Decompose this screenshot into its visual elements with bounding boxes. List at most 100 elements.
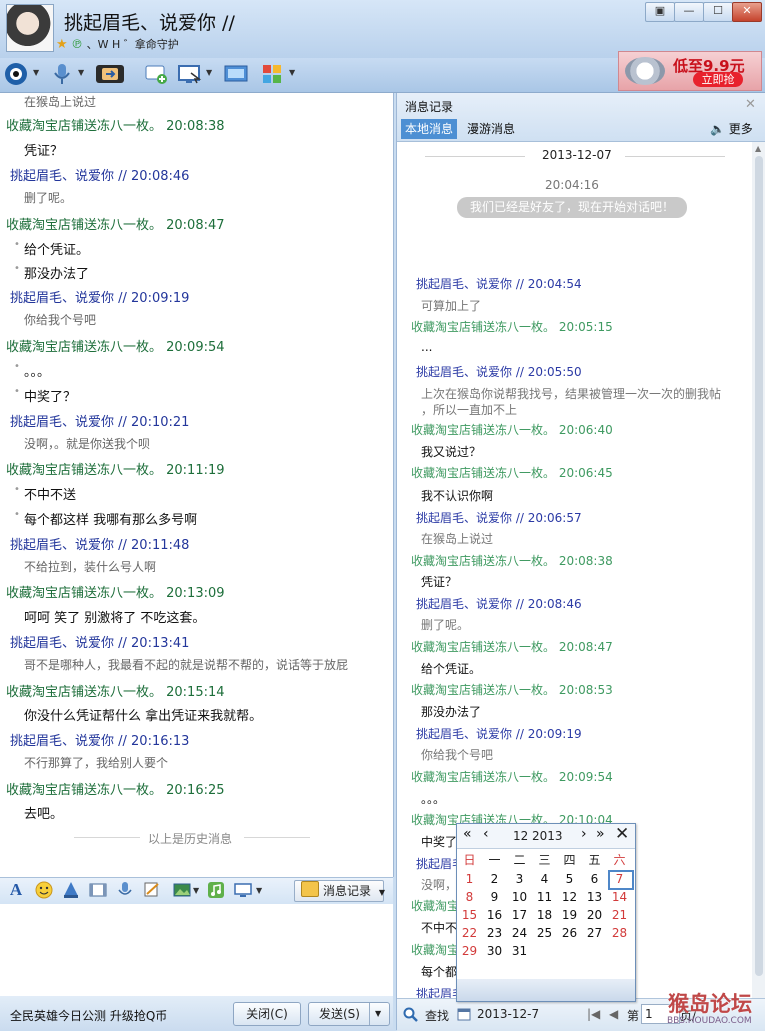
qzone-icon[interactable]: ℗ — [71, 37, 83, 51]
remote-assist-icon[interactable] — [176, 61, 204, 87]
date-field[interactable]: 2013-12-7 — [477, 1007, 539, 1021]
calendar-day[interactable]: 1 — [457, 872, 482, 886]
prev-month-icon[interactable]: ‹ — [483, 826, 489, 842]
chevron-down-icon[interactable]: ▼ — [289, 68, 295, 77]
tab-local-messages[interactable]: 本地消息 — [401, 119, 457, 139]
message-text: 不给拉到，装什么号人啊 — [24, 560, 157, 574]
calendar-day[interactable]: 27 — [582, 926, 607, 940]
calendar-day[interactable]: 28 — [607, 926, 632, 940]
music-icon[interactable] — [207, 881, 225, 899]
calendar-day[interactable]: 25 — [532, 926, 557, 940]
search-icon[interactable] — [403, 1007, 419, 1026]
calendar-day[interactable]: 24 — [507, 926, 532, 940]
history-icon — [301, 881, 319, 897]
prev-page-icon[interactable]: ◀ — [609, 1007, 618, 1021]
ad-banner[interactable]: 低至9.9元 立即抢 — [618, 51, 762, 91]
more-button[interactable]: 🔈 更多 — [710, 119, 753, 139]
shake-window-icon[interactable] — [62, 881, 80, 899]
microphone-icon[interactable] — [48, 61, 76, 87]
promo-link[interactable]: 全民英雄今日公测 升级抢Q币 — [10, 1007, 167, 1024]
first-page-icon[interactable]: |◀ — [587, 1007, 600, 1021]
separator-line — [625, 156, 725, 157]
remote-desktop-icon[interactable] — [234, 881, 252, 899]
history-message-text: 在猴岛上说过 — [421, 532, 494, 546]
message-input[interactable] — [0, 904, 393, 996]
restore-button[interactable]: ▣ — [645, 2, 675, 22]
history-message-header: 收藏淘宝店铺送冻八一枚。 20:08:53 — [411, 683, 613, 697]
scrollbar-thumb[interactable] — [755, 156, 763, 976]
calendar-day[interactable]: 6 — [582, 872, 607, 886]
share-screen-icon[interactable] — [222, 61, 250, 87]
calendar-day[interactable]: 10 — [507, 890, 532, 904]
calendar-day[interactable]: 31 — [507, 944, 532, 958]
message-header: 收藏淘宝店铺送冻八一枚。 20:13:09 — [6, 586, 225, 601]
close-icon[interactable]: ✕ — [745, 97, 756, 112]
camera-icon[interactable] — [2, 61, 30, 87]
close-window-button[interactable]: ✕ — [732, 2, 762, 22]
calendar-day[interactable]: 5 — [557, 872, 582, 886]
close-button[interactable]: 关闭(C) — [233, 1002, 301, 1026]
maximize-button[interactable]: ☐ — [703, 2, 733, 22]
chevron-down-icon[interactable]: ▼ — [206, 68, 212, 77]
screenshot-icon[interactable] — [143, 881, 161, 899]
calendar-day[interactable]: 14 — [607, 890, 632, 904]
apps-icon[interactable] — [258, 61, 286, 87]
calendar-day[interactable]: 3 — [507, 872, 532, 886]
history-message-header: 收藏淘宝店铺送冻八一枚。 20:09:54 — [411, 770, 613, 784]
calendar-day[interactable]: 8 — [457, 890, 482, 904]
speaker-icon[interactable]: 🔈 — [710, 122, 725, 136]
chevron-down-icon[interactable]: ▼ — [193, 886, 199, 895]
next-month-icon[interactable]: › — [581, 826, 587, 842]
video-clip-icon[interactable] — [89, 881, 107, 899]
calendar-month: 12 — [513, 829, 529, 843]
calendar-day[interactable]: 7 — [607, 872, 632, 886]
ad-buy-button[interactable]: 立即抢 — [693, 72, 743, 87]
calendar-day[interactable]: 19 — [557, 908, 582, 922]
scrollbar[interactable]: ▲ — [752, 142, 765, 998]
calendar-day[interactable]: 4 — [532, 872, 557, 886]
chevron-down-icon[interactable]: ▼ — [33, 68, 39, 77]
history-message-text: 我又说过？ — [421, 445, 482, 459]
calendar-day[interactable]: 26 — [557, 926, 582, 940]
calendar-day[interactable]: 12 — [557, 890, 582, 904]
calendar-day[interactable]: 16 — [482, 908, 507, 922]
voice-message-icon[interactable] — [116, 881, 134, 899]
calendar-day[interactable]: 15 — [457, 908, 482, 922]
send-sms-icon[interactable] — [142, 61, 170, 87]
emoji-icon[interactable] — [35, 881, 53, 899]
date-picker-popup[interactable]: « ‹ 12 2013 › » ✕ 日一二三四五六 1 2 3 4 5 6 7 8 9 10 11 1… — [456, 823, 636, 1002]
calendar-day[interactable]: 13 — [582, 890, 607, 904]
calendar-day[interactable]: 30 — [482, 944, 507, 958]
message-history-button[interactable]: 消息记录 ▼ — [294, 880, 385, 902]
minimize-button[interactable]: — — [674, 2, 704, 22]
picture-icon[interactable] — [173, 881, 191, 899]
calendar-day[interactable]: 21 — [607, 908, 632, 922]
calendar-day[interactable]: 22 — [457, 926, 482, 940]
calendar-day[interactable]: 9 — [482, 890, 507, 904]
calendar-day[interactable]: 18 — [532, 908, 557, 922]
avatar[interactable] — [6, 4, 54, 52]
calendar-day[interactable]: 29 — [457, 944, 482, 958]
close-icon[interactable]: ✕ — [615, 824, 629, 844]
scroll-up-icon[interactable]: ▲ — [755, 144, 761, 153]
calendar-day[interactable]: 20 — [582, 908, 607, 922]
chevron-down-icon[interactable]: ▼ — [78, 68, 84, 77]
chevron-down-icon[interactable]: ▼ — [256, 886, 262, 895]
calendar-day[interactable]: 17 — [507, 908, 532, 922]
font-icon[interactable]: A — [7, 881, 25, 899]
file-transfer-icon[interactable] — [94, 61, 126, 87]
date-label: 2013-12-07 — [542, 148, 612, 162]
chat-message-area[interactable]: 在猴岛上说过 收藏淘宝店铺送冻八一枚。 20:08:38 凭证？ 挑起眉毛、说爱你 /… — [0, 93, 394, 877]
calendar-day[interactable]: 11 — [532, 890, 557, 904]
tab-roaming-messages[interactable]: 漫游消息 — [467, 119, 515, 139]
weekday-label: 四 — [563, 853, 576, 867]
find-label[interactable]: 查找 — [425, 1007, 449, 1024]
calendar-icon[interactable] — [457, 1007, 471, 1024]
calendar-day[interactable]: 2 — [482, 872, 507, 886]
calendar-day[interactable]: 23 — [482, 926, 507, 940]
message-header: 挑起眉毛、说爱你 // 20:08:46 — [10, 169, 190, 184]
send-button[interactable]: 发送(S) ▼ — [308, 1002, 390, 1026]
chevron-down-icon[interactable]: ▼ — [369, 1003, 381, 1025]
prev-year-icon[interactable]: « — [463, 826, 472, 842]
next-year-icon[interactable]: » — [596, 826, 605, 842]
